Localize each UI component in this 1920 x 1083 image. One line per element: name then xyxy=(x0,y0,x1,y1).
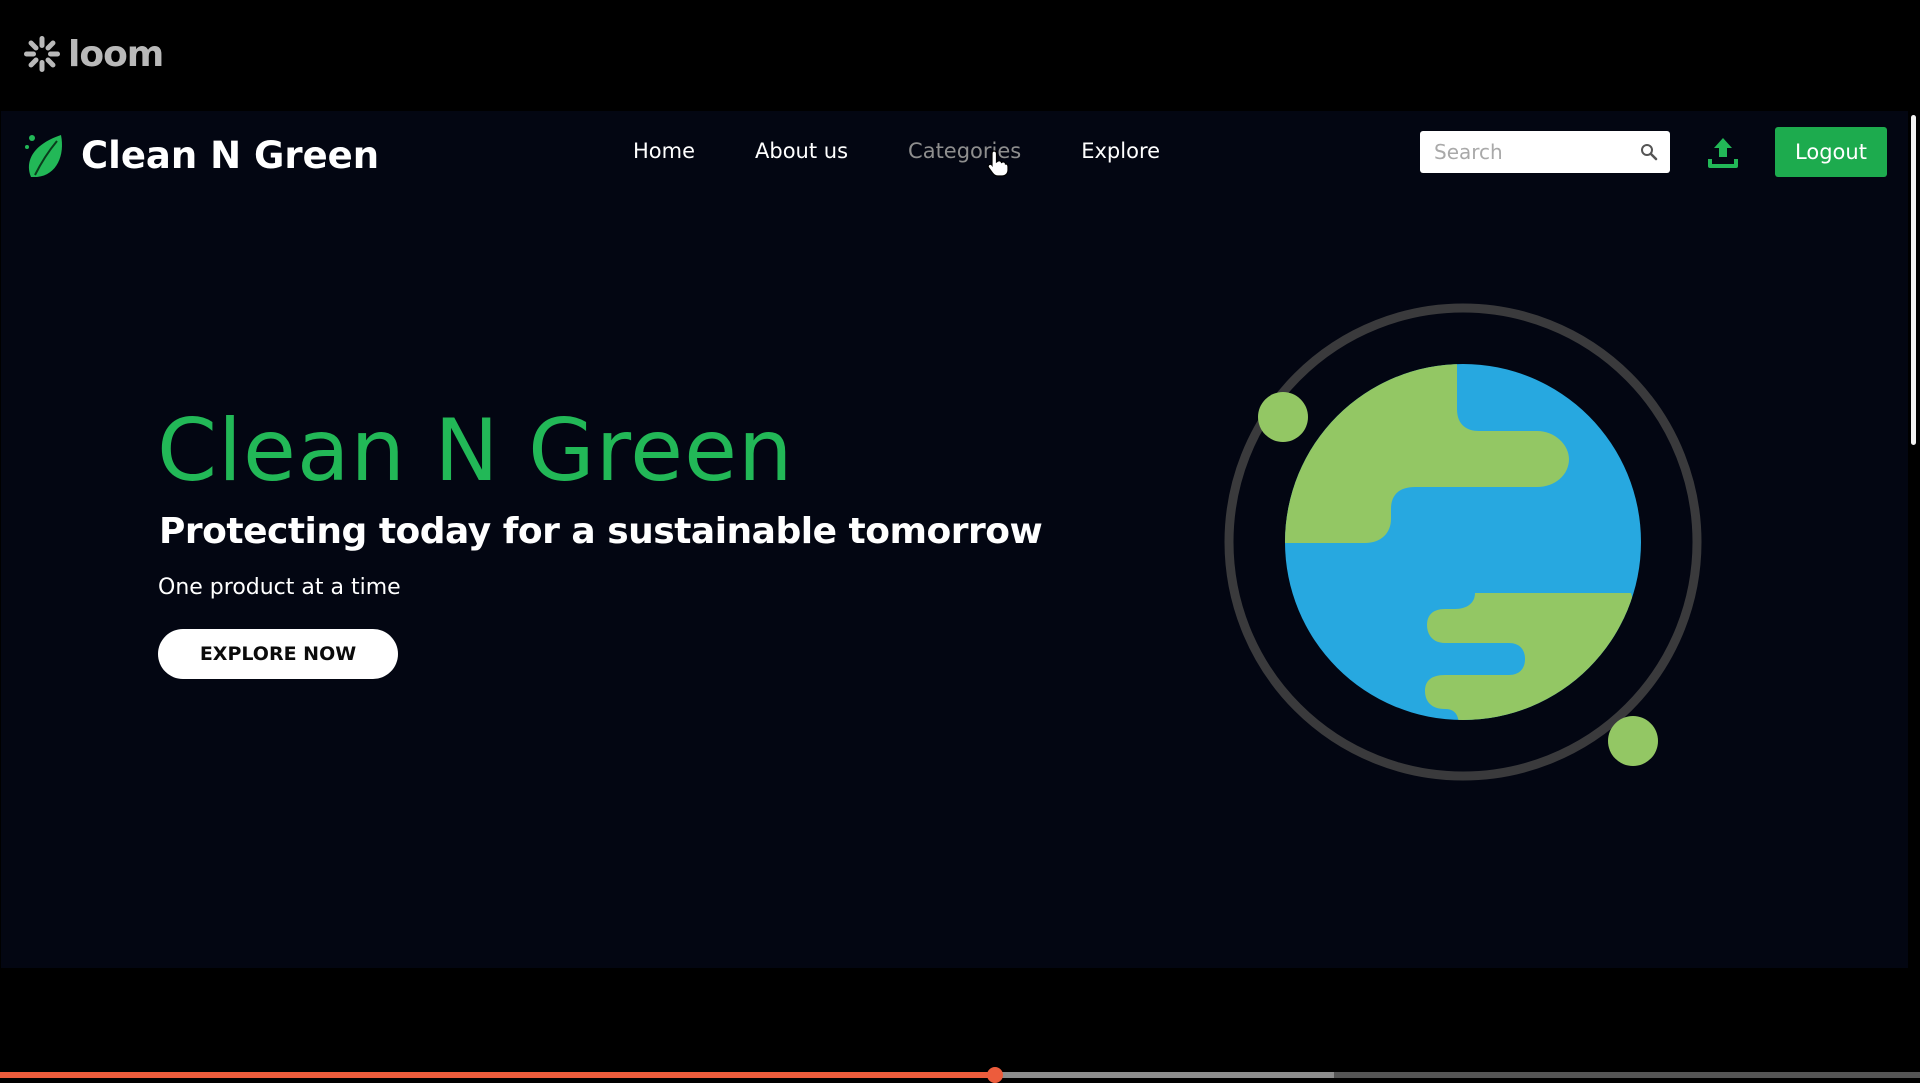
moon-small-top xyxy=(1258,392,1308,442)
pointer-cursor-icon xyxy=(987,150,1009,177)
loom-logo[interactable]: loom xyxy=(22,30,164,78)
loom-header: loom xyxy=(0,0,1920,111)
moon-small-bottom xyxy=(1608,716,1658,766)
explore-now-button[interactable]: EXPLORE NOW xyxy=(158,629,398,679)
progress-played xyxy=(0,1072,995,1078)
leaf-icon xyxy=(25,135,62,177)
search-box xyxy=(1420,131,1670,173)
hero-tagline: One product at a time xyxy=(158,575,401,600)
search-input[interactable] xyxy=(1432,139,1632,165)
brand-name: Clean N Green xyxy=(81,133,380,177)
hero-subtitle: Protecting today for a sustainable tomor… xyxy=(159,511,1043,552)
nav-links: Home About us Categories Explore xyxy=(633,139,1160,163)
loom-asterisk-icon xyxy=(24,36,60,72)
site-navbar: Clean N Green Home About us Categories E… xyxy=(1,111,1909,193)
search-icon[interactable] xyxy=(1640,143,1658,161)
website-viewport: Clean N Green Home About us Categories E… xyxy=(1,111,1909,968)
playback-progress-bar[interactable] xyxy=(0,1067,1920,1083)
earth-illustration xyxy=(1224,303,1702,781)
progress-knob[interactable] xyxy=(986,1067,1003,1083)
nav-home[interactable]: Home xyxy=(633,139,695,163)
hero-title: Clean N Green xyxy=(157,401,794,501)
logout-button[interactable]: Logout xyxy=(1775,127,1887,177)
nav-about-us[interactable]: About us xyxy=(755,139,848,163)
nav-explore[interactable]: Explore xyxy=(1081,139,1160,163)
upload-icon[interactable] xyxy=(1707,135,1739,171)
page-scrollbar[interactable] xyxy=(1908,111,1920,968)
loom-wordmark: loom xyxy=(68,33,164,75)
scrollbar-thumb[interactable] xyxy=(1911,115,1916,445)
site-brand[interactable]: Clean N Green xyxy=(23,129,379,181)
